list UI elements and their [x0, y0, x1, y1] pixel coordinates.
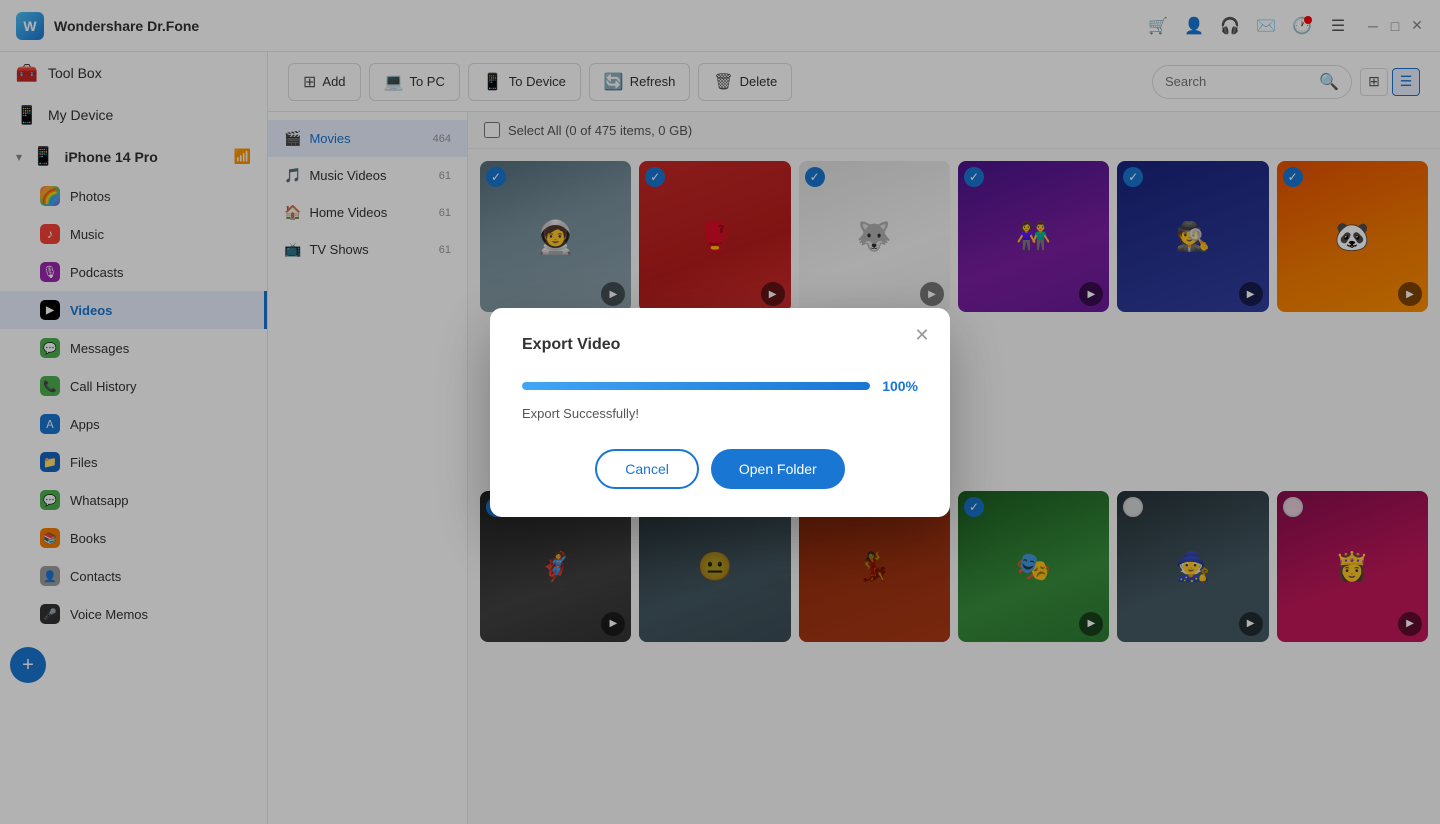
- progress-container: 100%: [522, 378, 918, 394]
- modal-close-button[interactable]: ✕: [910, 324, 934, 348]
- modal-title: Export Video: [522, 336, 918, 354]
- progress-bar-bg: [522, 382, 870, 390]
- progress-bar-fill: [522, 382, 870, 390]
- modal-overlay: Export Video ✕ 100% Export Successfully!…: [0, 0, 1440, 824]
- modal-actions: Cancel Open Folder: [522, 449, 918, 489]
- cancel-button[interactable]: Cancel: [595, 449, 699, 489]
- export-status: Export Successfully!: [522, 406, 918, 421]
- open-folder-button[interactable]: Open Folder: [711, 449, 845, 489]
- progress-percent: 100%: [882, 378, 918, 394]
- export-modal: Export Video ✕ 100% Export Successfully!…: [490, 308, 950, 517]
